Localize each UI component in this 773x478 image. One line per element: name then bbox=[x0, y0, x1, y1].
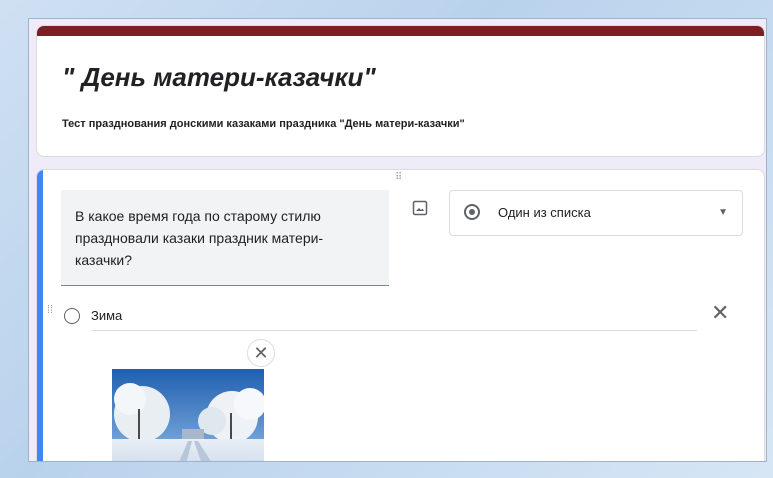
question-card[interactable]: ⠿ В какое время года по старому стилю пр… bbox=[36, 169, 765, 461]
option-underline bbox=[91, 330, 697, 331]
option-label[interactable]: Зима bbox=[91, 308, 122, 323]
header-color-bar bbox=[37, 26, 764, 36]
form-title[interactable]: " День матери-казачки" bbox=[62, 62, 376, 93]
option-radio-icon bbox=[64, 308, 80, 324]
drag-handle-icon[interactable]: ⠿ bbox=[395, 172, 403, 183]
option-drag-handle-icon[interactable]: ⁞⁞ bbox=[47, 305, 55, 316]
active-question-indicator bbox=[37, 170, 43, 461]
form-description[interactable]: Тест празднования донскими казаками праз… bbox=[62, 118, 465, 130]
form-editor: " День матери-казачки" Тест празднования… bbox=[28, 18, 767, 462]
image-icon[interactable] bbox=[412, 200, 428, 216]
dropdown-arrow-icon: ▼ bbox=[718, 207, 728, 218]
remove-image-close-icon[interactable]: ✕ bbox=[247, 339, 275, 367]
remove-option-close-icon[interactable]: ✕ bbox=[711, 301, 729, 325]
radio-icon bbox=[464, 204, 480, 220]
question-type-dropdown[interactable]: Один из списка ▼ bbox=[449, 190, 743, 236]
form-header-card: " День матери-казачки" Тест празднования… bbox=[36, 25, 765, 157]
question-type-label: Один из списка bbox=[498, 205, 591, 220]
option-image bbox=[112, 369, 264, 461]
question-text-input[interactable]: В какое время года по старому стилю праз… bbox=[61, 190, 389, 286]
